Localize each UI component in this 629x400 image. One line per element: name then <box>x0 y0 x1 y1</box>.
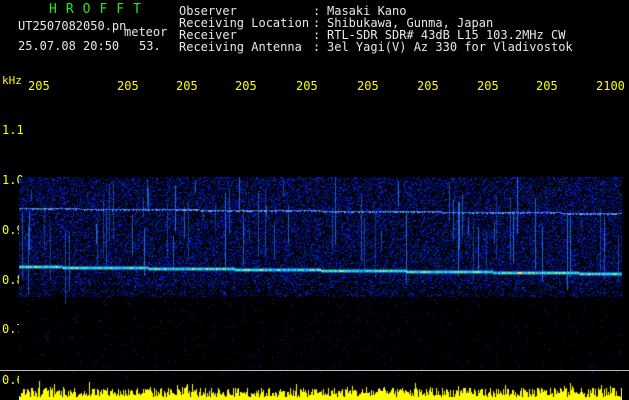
info-label-antenna: Receiving Antenna <box>179 40 302 54</box>
app-logo: HROFFT <box>49 2 150 17</box>
time-tick-label: 2100 <box>596 79 625 93</box>
time-tick-label: 205 <box>536 79 558 93</box>
spectrogram-waterfall <box>19 177 622 395</box>
axis-unit-label: kHz <box>2 74 22 87</box>
time-tick-label: 205 <box>235 79 257 93</box>
hrofft-screen: HROFFT UT2507082050.pn meteor 25.07.08 2… <box>0 0 629 400</box>
detection-count: 53. <box>139 39 161 53</box>
time-tick-label: 205 <box>117 79 139 93</box>
time-tick-label: 205 <box>477 79 499 93</box>
baseline-separator <box>0 370 629 371</box>
file-name: UT2507082050.pn <box>18 19 127 33</box>
y-tick-label: 1.1 <box>2 123 24 137</box>
date-time: 25.07.08 20:50 <box>18 39 120 53</box>
time-tick-label: 205 <box>357 79 379 93</box>
time-tick-label: 205 <box>296 79 318 93</box>
info-colon: : <box>313 40 321 54</box>
mode-label: meteor <box>124 25 168 39</box>
info-value-antenna: 3el Yagi(V) Az 330 for Vladivostok <box>327 40 573 54</box>
time-tick-label: 205 <box>176 79 198 93</box>
signal-level-bars <box>19 378 622 400</box>
time-tick-label: 205 <box>417 79 439 93</box>
time-tick-label: 205 <box>28 79 50 93</box>
